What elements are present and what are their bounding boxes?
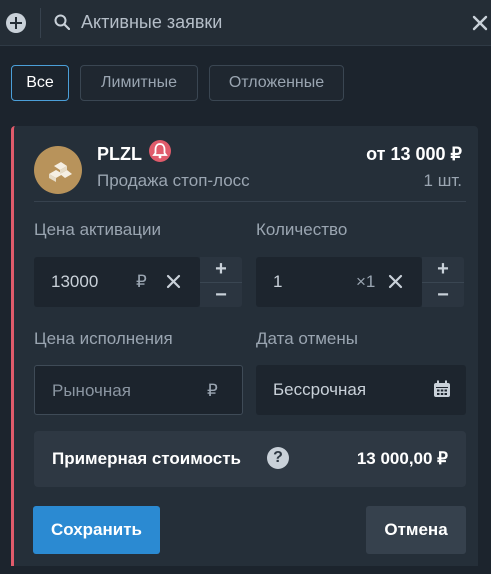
order-type: Продажа стоп-лосс: [97, 171, 250, 190]
quantity-label: Количество: [256, 220, 348, 239]
tab-pending[interactable]: Отложенные: [209, 65, 344, 101]
bell-icon: [149, 140, 171, 162]
execution-price-value: Рыночная: [52, 381, 131, 400]
search-icon: [54, 14, 70, 30]
calendar-icon[interactable]: [432, 379, 452, 399]
execution-price-label: Цена исполнения: [34, 329, 173, 348]
tab-limit[interactable]: Лимитные: [80, 65, 198, 101]
add-icon[interactable]: [6, 13, 26, 33]
cancel-date-value: Бессрочная: [273, 380, 367, 399]
ticker: PLZL: [97, 144, 142, 164]
order-quantity: 1 шт.: [423, 171, 462, 190]
save-button[interactable]: Сохранить: [33, 506, 160, 554]
order-card: PLZL Продажа стоп-лосс от 13 000 ₽ 1 шт.…: [11, 126, 478, 566]
tab-all[interactable]: Все: [11, 65, 69, 101]
cancel-date-label: Дата отмены: [256, 329, 358, 348]
estimated-cost-value: 13 000,00 ₽: [356, 449, 448, 468]
help-icon[interactable]: ?: [267, 447, 289, 469]
currency-unit: ₽: [207, 381, 218, 400]
search-bar: Активные заявки: [0, 0, 491, 46]
company-logo: [34, 146, 82, 194]
order-total: от 13 000 ₽: [366, 144, 462, 164]
clear-icon[interactable]: [166, 274, 181, 289]
close-icon[interactable]: [472, 15, 488, 31]
quantity-field[interactable]: 1 ×1: [256, 257, 422, 307]
activation-price-value: 13000: [51, 272, 99, 291]
execution-price-field[interactable]: Рыночная ₽: [34, 365, 243, 415]
quantity-stepper: + −: [422, 257, 464, 307]
clear-icon[interactable]: [388, 274, 403, 289]
increment-button[interactable]: +: [422, 257, 464, 282]
estimated-cost-label: Примерная стоимость: [52, 449, 241, 468]
activation-price-stepper: + −: [200, 257, 242, 307]
cancel-date-field[interactable]: Бессрочная: [256, 365, 466, 415]
estimated-cost-panel: Примерная стоимость ? 13 000,00 ₽: [34, 431, 466, 487]
decrement-button[interactable]: −: [422, 282, 464, 307]
quantity-value: 1: [273, 272, 283, 291]
increment-button[interactable]: +: [200, 257, 242, 282]
activation-price-label: Цена активации: [34, 220, 161, 239]
divider: [34, 201, 466, 202]
activation-price-field[interactable]: 13000 ₽: [34, 257, 200, 307]
lot-multiplier: ×1: [356, 272, 376, 291]
divider: [40, 8, 41, 38]
decrement-button[interactable]: −: [200, 282, 242, 307]
search-input[interactable]: Активные заявки: [81, 12, 222, 33]
gold-bars-icon: [49, 162, 72, 182]
currency-unit: ₽: [136, 272, 147, 291]
cancel-button[interactable]: Отмена: [366, 506, 466, 554]
